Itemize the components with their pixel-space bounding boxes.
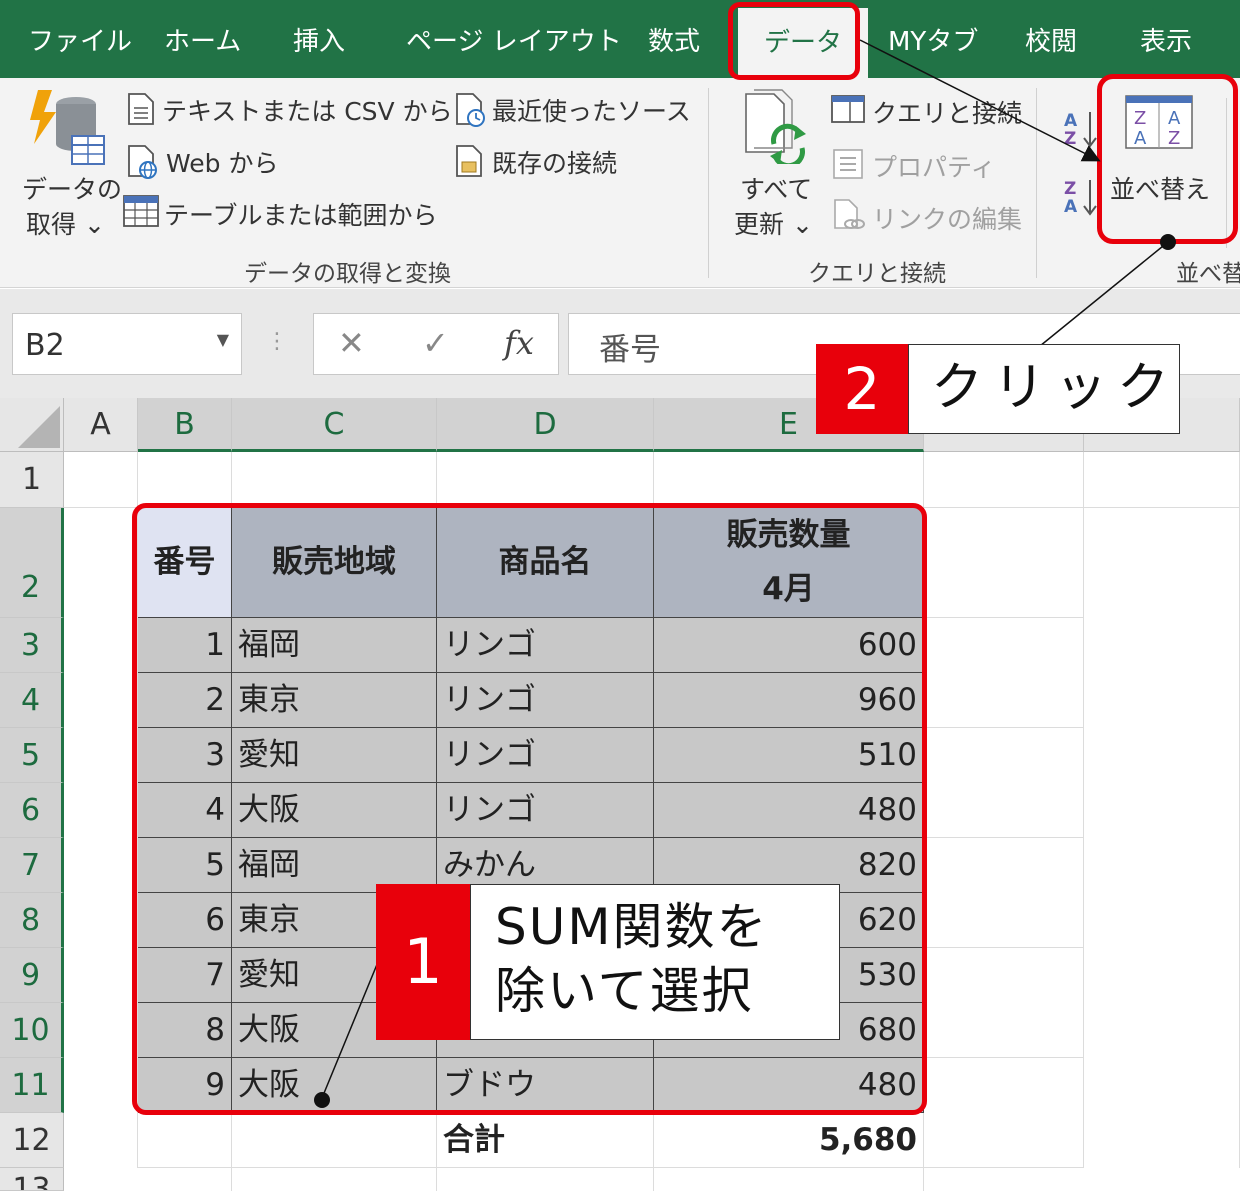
step-2-badge: 2 (816, 344, 908, 434)
cell-b1[interactable] (138, 452, 232, 508)
step-1-callout-line1: SUM関数を (495, 898, 769, 956)
cell-b13[interactable] (138, 1168, 232, 1191)
enter-icon[interactable]: ✓ (422, 324, 449, 362)
column-header-a[interactable]: A (64, 398, 138, 452)
cell-b12[interactable] (138, 1113, 232, 1168)
properties-icon (833, 149, 863, 179)
insert-function-icon[interactable]: fx (504, 324, 534, 362)
drag-handle-icon[interactable]: ⋮ (266, 329, 288, 354)
tab-formulas[interactable]: 数式 (648, 0, 700, 78)
row-header-4[interactable]: 4 (0, 673, 64, 728)
row-header-3[interactable]: 3 (0, 618, 64, 673)
edit-links-button[interactable]: リンクの編集 (872, 200, 1022, 236)
group-label-sort: 並べ替 (1176, 261, 1240, 287)
recent-sources-button[interactable]: 最近使ったソース (492, 92, 691, 128)
formula-value: 番号 (599, 332, 661, 368)
cell-c1[interactable] (232, 452, 437, 508)
cell-f1[interactable] (924, 452, 1084, 508)
row-header-6[interactable]: 6 (0, 783, 64, 838)
select-all-icon (18, 406, 60, 448)
cell-e13[interactable] (654, 1168, 924, 1191)
ribbon: データの 取得 ⌄ テキストまたは CSV から Web から テーブルまたは範… (0, 78, 1240, 288)
cell-c13[interactable] (232, 1168, 437, 1191)
row-header-2[interactable]: 2 (0, 508, 64, 618)
refresh-all-icon (745, 89, 806, 164)
highlight-sort-button (1097, 74, 1238, 244)
row-header-11[interactable]: 11 (0, 1058, 64, 1113)
step-1-callout: SUM関数を 除いて選択 (470, 884, 840, 1040)
group-label-queries: クエリと接続 (808, 261, 946, 287)
tab-review[interactable]: 校閲 (1025, 0, 1077, 78)
row-header-10[interactable]: 10 (0, 1003, 64, 1058)
column-f-cells[interactable] (924, 508, 1084, 1168)
queries-connections-icon (831, 95, 865, 123)
name-box-value: B2 (25, 328, 65, 363)
column-g-cells[interactable] (1084, 508, 1240, 1168)
existing-connections-icon (456, 145, 482, 177)
properties-button[interactable]: プロパティ (872, 148, 996, 184)
svg-text:Z: Z (1064, 129, 1076, 149)
edit-links-icon (834, 199, 865, 229)
text-csv-button[interactable]: テキストまたは CSV から (162, 92, 453, 128)
cell-c12[interactable] (232, 1113, 437, 1168)
text-csv-icon (128, 93, 154, 125)
row-header-13[interactable]: 13 (0, 1168, 64, 1191)
group-separator (708, 88, 709, 278)
tab-mytab[interactable]: MYタブ (888, 0, 978, 78)
queries-connections-button[interactable]: クエリと接続 (872, 94, 1022, 130)
tab-file[interactable]: ファイル (28, 0, 132, 78)
cell-d1[interactable] (437, 452, 654, 508)
svg-text:Z: Z (1064, 179, 1076, 199)
row-header-1[interactable]: 1 (0, 452, 64, 508)
get-data-button-line2[interactable]: 取得 ⌄ (26, 205, 105, 241)
row-header-7[interactable]: 7 (0, 838, 64, 893)
svg-text:A: A (1064, 111, 1078, 131)
highlight-data-tab (728, 2, 860, 80)
select-all-corner[interactable] (0, 398, 64, 452)
formula-buttons: ✕ ✓ fx (313, 313, 559, 375)
cell-e1[interactable] (654, 452, 924, 508)
total-value[interactable]: 5,680 (654, 1113, 924, 1168)
refresh-all-button-line1[interactable]: すべて (740, 170, 812, 206)
existing-connections-button[interactable]: 既存の接続 (492, 144, 617, 180)
row-header-12[interactable]: 12 (0, 1113, 64, 1168)
column-header-c[interactable]: C (232, 398, 437, 452)
row-header-5[interactable]: 5 (0, 728, 64, 783)
sort-ascending-icon[interactable]: A Z (1062, 108, 1100, 150)
web-icon (128, 145, 157, 179)
step-1-badge: 1 (376, 884, 470, 1040)
step-1-callout-line2: 除いて選択 (495, 962, 754, 1020)
column-a-cells[interactable] (64, 508, 138, 1168)
tab-insert[interactable]: 挿入 (293, 0, 345, 78)
cell-a1[interactable] (64, 452, 138, 508)
web-button[interactable]: Web から (166, 144, 278, 180)
get-data-button-line1[interactable]: データの (22, 170, 122, 206)
dropdown-arrow-icon[interactable]: ▼ (217, 330, 229, 349)
cancel-icon[interactable]: ✕ (338, 324, 365, 362)
table-range-icon (123, 195, 159, 227)
refresh-all-button-line2[interactable]: 更新 ⌄ (734, 205, 813, 241)
cell-g1[interactable] (1084, 452, 1240, 508)
column-header-b[interactable]: B (138, 398, 232, 452)
sort-descending-icon[interactable]: Z A (1062, 176, 1100, 218)
row-header-9[interactable]: 9 (0, 948, 64, 1003)
tab-page-layout[interactable]: ページ レイアウト (406, 0, 622, 78)
tab-home[interactable]: ホーム (164, 0, 241, 78)
cell-d13[interactable] (437, 1168, 654, 1191)
recent-sources-icon (456, 93, 485, 127)
step-2-callout: クリック (908, 344, 1180, 434)
tab-view[interactable]: 表示 (1140, 0, 1192, 78)
ribbon-tab-bar: ファイル ホーム 挿入 ページ レイアウト 数式 データ MYタブ 校閲 表示 (0, 0, 1240, 78)
group-separator (1036, 88, 1037, 278)
column-header-d[interactable]: D (437, 398, 654, 452)
table-range-button[interactable]: テーブルまたは範囲から (164, 196, 438, 232)
group-label-get-transform: データの取得と変換 (244, 261, 451, 287)
row-header-8[interactable]: 8 (0, 893, 64, 948)
get-data-icon (30, 90, 105, 165)
name-box[interactable]: B2 ▼ (12, 313, 242, 375)
svg-text:A: A (1064, 197, 1078, 217)
total-label[interactable]: 合計 (437, 1113, 654, 1168)
